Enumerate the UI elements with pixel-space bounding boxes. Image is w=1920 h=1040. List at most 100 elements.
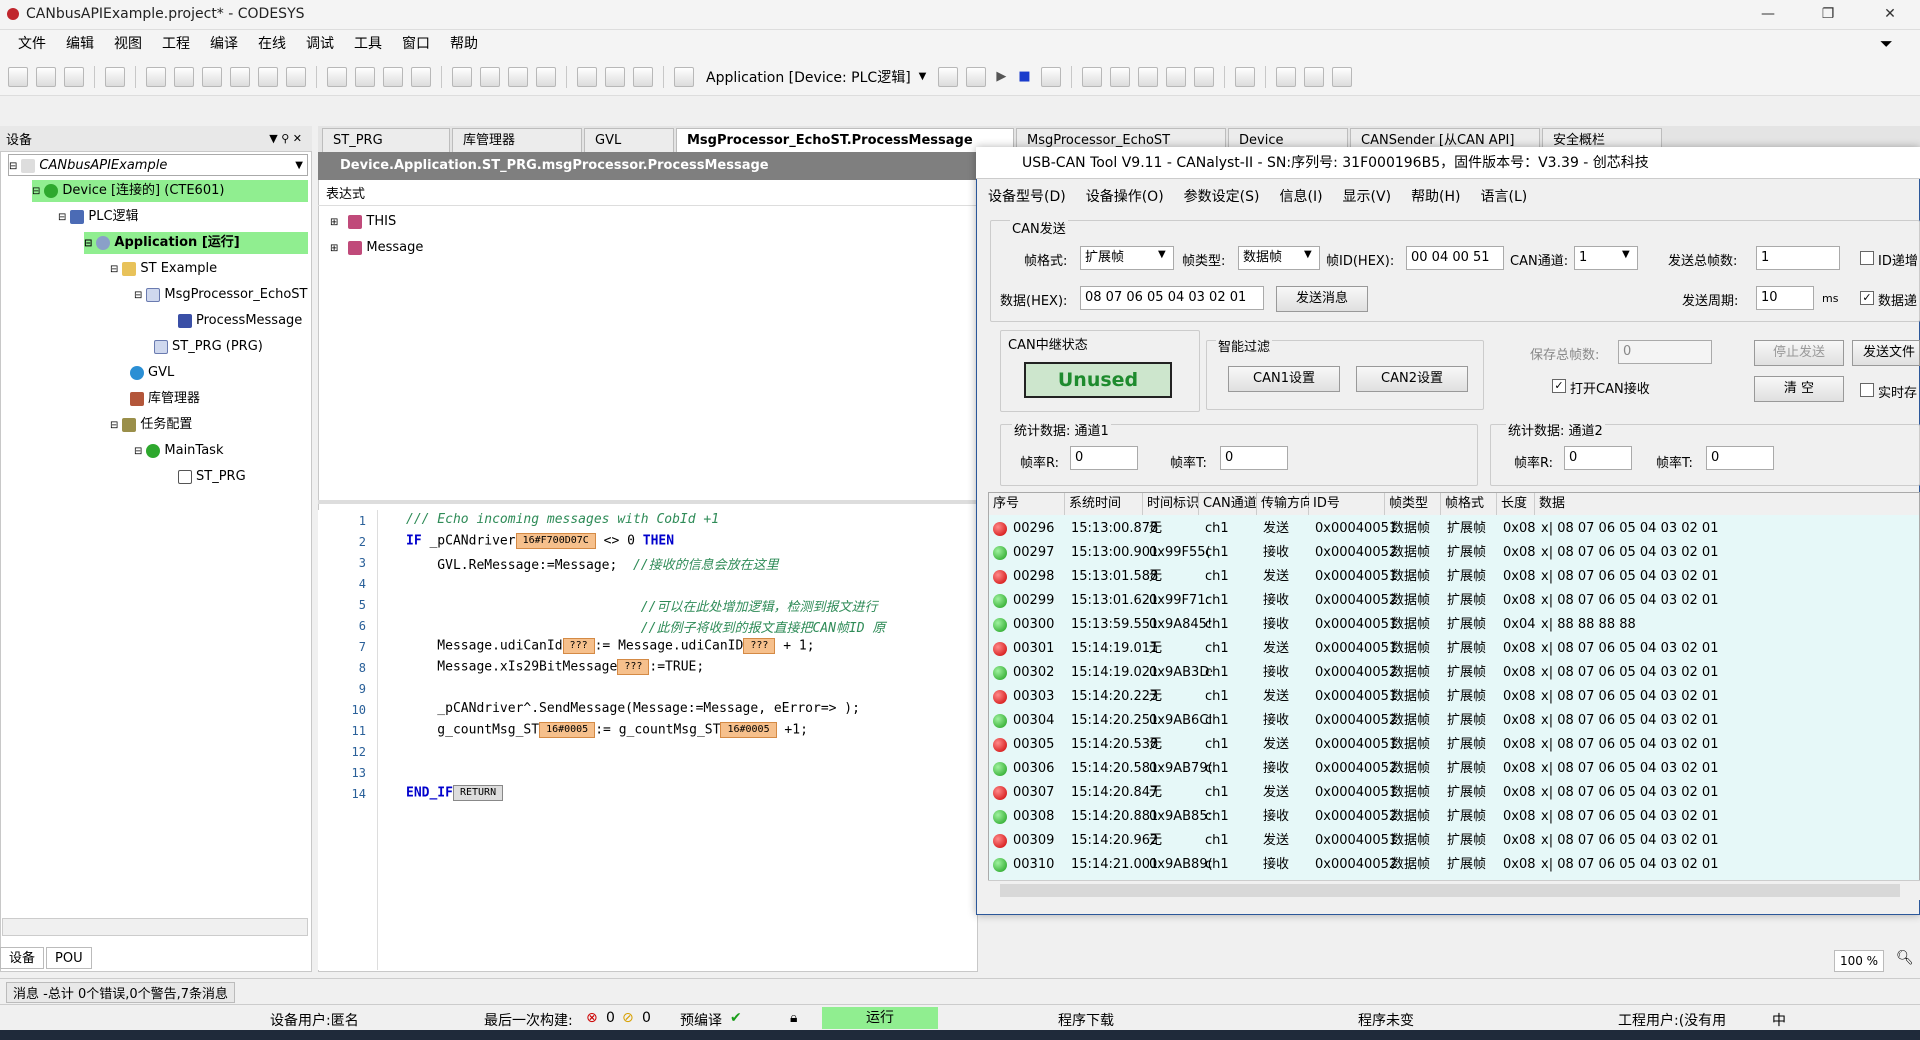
return-marker[interactable]: RETURN xyxy=(452,785,504,801)
can-menu-display[interactable]: 显示(V) xyxy=(1333,183,1402,211)
can-menu-help[interactable]: 帮助(H) xyxy=(1401,183,1470,211)
editor-splitter[interactable] xyxy=(318,500,978,504)
code-line[interactable]: Message.udiCanId???:= Message.udiCanID??… xyxy=(406,638,815,654)
copy-icon[interactable] xyxy=(230,66,250,87)
data-increment-checkbox[interactable]: ✓ xyxy=(1860,291,1874,305)
code-line[interactable]: /// Echo incoming messages with CobId +1 xyxy=(406,512,719,527)
menu-debug[interactable]: 调试 xyxy=(296,30,344,58)
show-next-icon[interactable] xyxy=(1234,66,1255,87)
code-line[interactable]: g_countMsg_ST 16#0005:= g_countMsg_ST 16#0… xyxy=(406,722,808,738)
tree-device[interactable]: ⊟ Device [连接的] (CTE601) xyxy=(32,180,308,202)
find-all-icon[interactable] xyxy=(383,66,403,87)
table-row[interactable]: 00298 15:13:01.588 无 ch1 发送 0x00040051 数据帧 扩展帧 0… xyxy=(989,565,1919,589)
can-menu-params[interactable]: 参数设定(S) xyxy=(1174,183,1270,211)
run-to-cursor-icon[interactable] xyxy=(1165,66,1186,87)
dropdown-arrow-icon[interactable]: ▼ xyxy=(919,71,927,82)
table-row[interactable]: 00297 15:13:00.901 0x99F55(ch1 接收 0x00040052… xyxy=(989,541,1919,565)
bookmark-icon[interactable] xyxy=(452,66,472,87)
stop-send-button[interactable]: 停止发送 xyxy=(1754,340,1844,366)
redo-icon[interactable] xyxy=(174,66,194,87)
column-header[interactable]: 帧格式 xyxy=(1441,493,1497,515)
clear-button[interactable]: 清 空 xyxy=(1754,376,1844,402)
menu-build[interactable]: 编译 xyxy=(200,30,248,58)
write-values-icon[interactable] xyxy=(1275,66,1296,87)
bookmark-prev-icon[interactable] xyxy=(508,66,528,87)
table-row[interactable]: 00305 15:14:20.538 无 ch1 发送 0x00040051 数据帧 扩展帧 0… xyxy=(989,733,1919,757)
tab-pou[interactable]: POU xyxy=(46,947,92,969)
table-row[interactable]: 00301 15:14:19.011 无 ch1 发送 0x00040051 数据帧 扩展帧 0… xyxy=(989,637,1919,661)
tab-library-manager[interactable]: 库管理器 xyxy=(452,128,582,152)
can-frame-table[interactable]: 序号 系统时间 时间标识 CAN通道 传输方向 ID号 帧类型 帧格式 长度 数据 00296 15:… xyxy=(988,492,1920,900)
replace-icon[interactable] xyxy=(355,66,375,87)
cut-icon[interactable] xyxy=(202,66,222,87)
column-header[interactable]: 帧类型 xyxy=(1385,493,1441,515)
tree-maintask[interactable]: ⊟ MainTask xyxy=(134,440,223,462)
tab-processmessage[interactable]: MsgProcessor_EchoST.ProcessMessage xyxy=(676,128,1014,152)
send-file-button[interactable]: 发送文件 xyxy=(1852,340,1920,366)
table-row[interactable]: 00304 15:14:20.251 0x9AB6CI ch1 接收 0x00040052… xyxy=(989,709,1919,733)
send-total-input[interactable]: 1 xyxy=(1756,246,1840,270)
undo-icon[interactable] xyxy=(146,66,166,87)
set-next-icon[interactable] xyxy=(1193,66,1214,87)
bookmark-next-icon[interactable] xyxy=(480,66,500,87)
period-input[interactable]: 10 xyxy=(1756,286,1814,310)
start-icon[interactable]: ▶ xyxy=(996,69,1006,84)
tree-st-example[interactable]: ⊟ ST Example xyxy=(110,258,217,280)
logout-icon[interactable] xyxy=(966,66,987,87)
menu-help[interactable]: 帮助 xyxy=(440,30,488,58)
crossref-icon[interactable] xyxy=(411,66,431,87)
save-icon[interactable] xyxy=(64,66,84,87)
column-header[interactable]: 时间标识 xyxy=(1143,493,1199,515)
reset-icon[interactable] xyxy=(1040,66,1061,87)
tree-application[interactable]: ⊟ Application [运行] xyxy=(84,232,308,254)
close-button[interactable]: ✕ xyxy=(1862,0,1918,28)
table-row[interactable]: 00306 15:14:20.581 0x9AB79(ch1 接收 0x00040052… xyxy=(989,757,1919,781)
table-row[interactable]: 00308 15:14:20.881 0x9AB85: ch1 接收 0x00040052… xyxy=(989,805,1919,829)
table-row[interactable]: 00309 15:14:20.962 无 ch1 发送 0x00040051 数据帧 扩展帧 0… xyxy=(989,829,1919,853)
column-header[interactable]: 长度 xyxy=(1497,493,1535,515)
tree-project[interactable]: ⊟ CANbusAPIExample ▼ xyxy=(8,154,308,176)
can-menu-device-op[interactable]: 设备操作(O) xyxy=(1076,183,1174,211)
column-header[interactable]: ID号 xyxy=(1309,493,1385,515)
column-header[interactable]: 传输方向 xyxy=(1257,493,1313,515)
watch-value[interactable]: 16#0005 xyxy=(720,722,777,738)
code-line[interactable]: //此例子将收到的报文直接把CAN帧ID 原 xyxy=(406,617,886,636)
step-over-icon[interactable] xyxy=(1081,66,1102,87)
table-row[interactable]: 00300 15:13:59.551 0x9A845! ch1 接收 0x00040051… xyxy=(989,613,1919,637)
stop-icon[interactable]: ■ xyxy=(1018,69,1030,84)
build-icon[interactable] xyxy=(605,66,625,87)
compile-icon[interactable] xyxy=(577,66,597,87)
can-menu-device-model[interactable]: 设备型号(D) xyxy=(978,183,1076,211)
table-row[interactable]: 00307 15:14:20.847 无 ch1 发送 0x00040051 数据帧 扩展帧 0… xyxy=(989,781,1919,805)
menu-window[interactable]: 窗口 xyxy=(392,30,440,58)
code-line[interactable]: Message.xIs29BitMessage???:=TRUE; xyxy=(406,659,704,675)
step-into-icon[interactable] xyxy=(1109,66,1130,87)
calendar-icon[interactable] xyxy=(674,66,694,87)
customize-toolbar-icon[interactable]: ⏷ xyxy=(1880,34,1893,54)
code-line[interactable]: END_IF RETURN xyxy=(406,785,504,801)
code-line[interactable]: //可以在此处增加逻辑，检测到报文进行 xyxy=(406,596,878,615)
active-app-selector[interactable]: Application [Device: PLC逻辑] xyxy=(706,67,911,87)
menu-project[interactable]: 工程 xyxy=(152,30,200,58)
frame-id-input[interactable]: 00 04 00 51 xyxy=(1406,246,1504,270)
watch-value[interactable]: ??? xyxy=(617,659,650,675)
tree-dropdown-icon[interactable]: ▼ xyxy=(295,155,303,177)
panel-menu-icon[interactable]: ▼ ⚲ ✕ xyxy=(269,132,302,145)
open-recv-checkbox[interactable]: ✓ xyxy=(1552,379,1566,393)
new-icon[interactable] xyxy=(8,66,28,87)
step-out-icon[interactable] xyxy=(1137,66,1158,87)
tree-hscrollbar[interactable] xyxy=(2,918,308,936)
tree-library-manager[interactable]: 库管理器 xyxy=(130,388,200,410)
can-menu-language[interactable]: 语言(L) xyxy=(1471,183,1538,211)
table-row[interactable]: 00296 15:13:00.878 无 ch1 发送 0x00040051 数据帧 扩展帧 0… xyxy=(989,517,1919,541)
messages-tab[interactable]: 消息 -总计 0个错误,0个警告,7条消息 xyxy=(6,982,236,1003)
column-header[interactable]: 数据 xyxy=(1535,493,1919,515)
export-icon[interactable] xyxy=(633,66,653,87)
minimize-button[interactable]: — xyxy=(1740,0,1796,28)
delete-icon[interactable] xyxy=(286,66,306,87)
find-icon[interactable] xyxy=(327,66,347,87)
watch-value[interactable]: ??? xyxy=(743,638,776,654)
force-values-icon[interactable] xyxy=(1303,66,1324,87)
code-line[interactable]: GVL.ReMessage:=Message; //接收的信息会放在这里 xyxy=(406,554,778,573)
code-line[interactable]: _pCANdriver^.SendMessage(Message:=Messag… xyxy=(406,701,860,716)
